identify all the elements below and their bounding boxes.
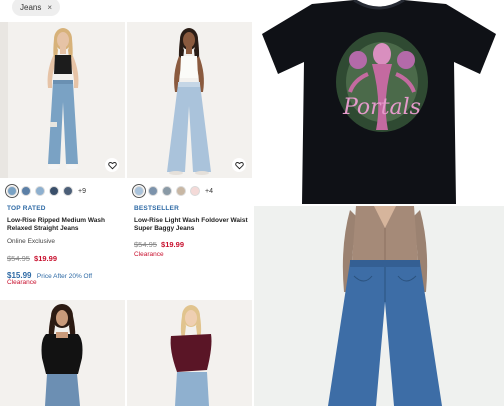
product-info-2: +4 BESTSELLER Low-Rise Light Wash Foldov… — [127, 178, 252, 300]
filter-chip-label: Jeans — [20, 2, 42, 12]
product-image-3[interactable] — [0, 300, 125, 406]
color-swatch[interactable] — [5, 184, 19, 198]
sale-price: $19.99 — [34, 254, 57, 263]
tee-product-image[interactable]: Portals — [254, 0, 504, 204]
clearance-label: Clearance — [134, 251, 164, 258]
model-photo-3 — [0, 300, 125, 406]
color-swatch[interactable] — [132, 184, 146, 198]
availability-tag: Online Exclusive — [7, 238, 56, 245]
color-swatch[interactable] — [148, 186, 158, 196]
tee-graphic-text: Portals — [342, 95, 421, 120]
heart-icon — [107, 161, 117, 169]
color-swatch[interactable] — [176, 186, 186, 196]
filter-chip-jeans[interactable]: Jeans × — [12, 0, 61, 16]
after-discount-label: Price After 20% Off — [36, 273, 93, 280]
wide-leg-jeans-photo — [254, 206, 504, 406]
color-swatch[interactable] — [190, 186, 200, 196]
color-swatch[interactable] — [35, 186, 45, 196]
price-row: $54.95 $19.99 — [7, 254, 57, 263]
favorite-button[interactable] — [232, 158, 246, 172]
favorite-button[interactable] — [105, 158, 119, 172]
heart-icon — [234, 161, 244, 169]
color-swatch[interactable] — [63, 186, 73, 196]
more-colors-link[interactable]: +9 — [78, 188, 86, 195]
original-price: $54.95 — [7, 254, 30, 263]
product-info-1: +9 TOP RATED Low-Rise Ripped Medium Wash… — [0, 178, 126, 300]
product-badge: TOP RATED — [7, 205, 46, 212]
price-row: $54.95 $19.99 — [134, 240, 184, 249]
product-badge: BESTSELLER — [134, 205, 179, 212]
product-name[interactable]: Low-Rise Ripped Medium Wash Relaxed Stra… — [7, 217, 125, 233]
clearance-label: Clearance — [7, 279, 37, 286]
active-filters-bar: Jeans × — [0, 0, 252, 22]
close-icon[interactable]: × — [47, 3, 52, 12]
color-swatch[interactable] — [49, 186, 59, 196]
product-image-2[interactable] — [127, 22, 252, 178]
sale-price: $19.99 — [161, 240, 184, 249]
model-photo-4 — [127, 300, 252, 406]
color-swatch[interactable] — [162, 186, 172, 196]
color-swatches: +4 — [132, 184, 213, 198]
jeans-product-image[interactable] — [254, 206, 504, 406]
model-photo-2 — [127, 22, 252, 178]
color-swatch[interactable] — [21, 186, 31, 196]
product-name[interactable]: Low-Rise Light Wash Foldover Waist Super… — [134, 217, 252, 233]
original-price: $54.95 — [134, 240, 157, 249]
product-grid: Jeans × +9 TOP RATED Low-Rise Ripped Med… — [0, 0, 504, 406]
product-image-1[interactable] — [0, 22, 125, 178]
graphic-tee-photo: Portals — [254, 0, 504, 204]
model-photo-1 — [0, 22, 125, 178]
product-image-4[interactable] — [127, 300, 252, 406]
color-swatches: +9 — [5, 184, 86, 198]
more-colors-link[interactable]: +4 — [205, 188, 213, 195]
